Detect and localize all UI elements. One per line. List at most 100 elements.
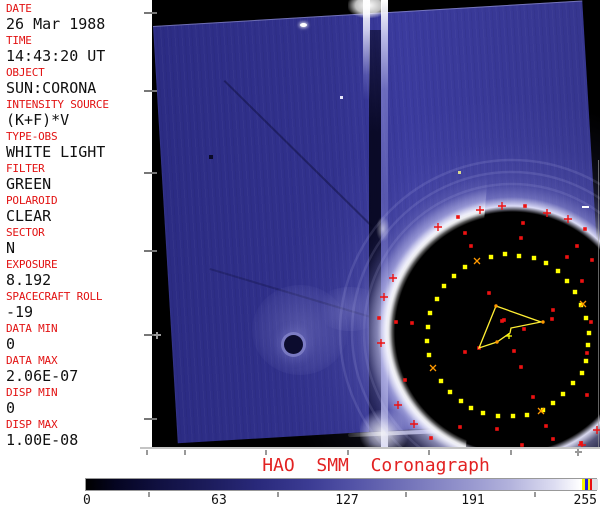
colorbar-mid-tick	[148, 492, 150, 497]
ring-marker-yellow	[458, 398, 464, 404]
ring-marker-yellow	[447, 389, 453, 395]
field-value: 2.06E-07	[6, 367, 79, 385]
bottom-axis-tick	[347, 450, 349, 455]
bottom-axis-tick	[510, 450, 512, 455]
star-marker-red	[394, 320, 398, 324]
field-value: 8.192	[6, 271, 52, 289]
star-marker-red	[580, 279, 584, 283]
image-title: HAO SMM Coronagraph	[262, 455, 490, 476]
metadata-panel: DATE 26 Mar 1988 TIME 14:43:20 UT OBJECT SUN:…	[6, 2, 152, 449]
star-marker-red	[377, 316, 381, 320]
star-marker-red	[502, 318, 506, 322]
metadata-field: INTENSITY SOURCE (K+F)*V	[6, 98, 152, 130]
star-marker-red	[429, 436, 433, 440]
colorbar-end-cap	[592, 479, 598, 490]
ring-marker-yellow	[510, 413, 516, 419]
metadata-field: TIME 14:43:20 UT	[6, 34, 152, 66]
field-value: 26 Mar 1988	[6, 15, 106, 33]
colorbar-tick-label: 0	[83, 493, 91, 508]
polygon-vertex-dot	[494, 304, 498, 308]
field-value: (K+F)*V	[6, 111, 70, 129]
ring-marker-yellow	[585, 342, 591, 348]
star-marker-red	[512, 349, 516, 353]
field-label: POLAROID	[6, 194, 58, 207]
axis-plus-mark	[577, 449, 579, 456]
ring-marker-yellow	[462, 264, 468, 270]
fiducial-plus-red	[476, 206, 484, 214]
metadata-field: DISP MIN 0	[6, 386, 152, 418]
star-marker-red	[523, 204, 527, 208]
colorbar-mid-tick	[277, 492, 279, 497]
star-marker-red	[590, 258, 594, 262]
annotation-overlay	[338, 158, 600, 447]
polygon-vertex-dot	[541, 320, 545, 324]
star-marker-red	[463, 350, 467, 354]
metadata-field: DATA MIN 0	[6, 322, 152, 354]
star-marker-red	[565, 255, 569, 259]
left-axis-tick	[144, 90, 157, 92]
metadata-field: FILTER GREEN	[6, 162, 152, 194]
field-label: DISP MAX	[6, 418, 58, 431]
colorbar-tick-label: 191	[461, 493, 485, 508]
colorbar-mid-tick	[534, 492, 536, 497]
metadata-field: DISP MAX 1.00E-08	[6, 418, 152, 450]
ring-marker-yellow	[579, 370, 585, 376]
ring-marker-yellow	[425, 324, 431, 330]
field-value: GREEN	[6, 175, 52, 193]
star-marker-red	[463, 231, 467, 235]
star-marker-red	[403, 378, 407, 382]
star-marker-red	[519, 236, 523, 240]
star-marker-red	[469, 244, 473, 248]
fiducial-plus-red	[593, 426, 600, 434]
bottom-axis-line	[140, 447, 600, 449]
field-label: FILTER	[6, 162, 45, 175]
ring-marker-yellow	[564, 278, 570, 284]
ring-marker-yellow	[424, 338, 430, 344]
fiducial-plus-red	[434, 223, 442, 231]
ring-marker-yellow	[570, 380, 576, 386]
axis-plus-mark	[156, 332, 158, 339]
coronagraph-image	[152, 0, 600, 447]
field-label: SECTOR	[6, 226, 45, 239]
field-label: DISP MIN	[6, 386, 58, 399]
diffraction-ring	[338, 158, 600, 447]
ring-marker-yellow	[427, 310, 433, 316]
metadata-field: OBJECT SUN:CORONA	[6, 66, 152, 98]
field-value: 0	[6, 399, 16, 417]
ring-marker-yellow	[586, 330, 592, 336]
field-value: -19	[6, 303, 34, 321]
field-label: DATA MIN	[6, 322, 58, 335]
star-marker-red	[575, 244, 579, 248]
ring-marker-yellow	[426, 352, 432, 358]
left-axis-tick	[144, 250, 157, 252]
star-marker-red	[458, 425, 462, 429]
colorbar-mid-tick	[405, 492, 407, 497]
star-marker-red	[495, 427, 499, 431]
ring-marker-yellow	[451, 273, 457, 279]
star-marker-red	[585, 393, 589, 397]
left-axis-tick	[144, 12, 157, 14]
colorbar-tick-label: 127	[335, 493, 359, 508]
ring-marker-yellow	[531, 255, 537, 261]
ring-marker-yellow	[488, 254, 494, 260]
polygon-vertex-dot	[495, 340, 499, 344]
star-marker-red	[551, 308, 555, 312]
metadata-field: TYPE-OBS WHITE LIGHT	[6, 130, 152, 162]
star-marker-red	[521, 221, 525, 225]
fiducial-plus-red	[410, 420, 418, 428]
star-marker-red	[410, 321, 414, 325]
star-marker-red	[519, 365, 523, 369]
marker-orange-x	[429, 364, 437, 372]
ring-marker-yellow	[516, 253, 522, 259]
field-value: 1.00E-08	[6, 431, 79, 449]
star-marker-red	[531, 395, 535, 399]
fiducial-plus-red	[498, 202, 506, 210]
ring-marker-yellow	[495, 413, 501, 419]
smm-coronagraph-viewer: DATE 26 Mar 1988 TIME 14:43:20 UT OBJECT SUN:…	[0, 0, 600, 512]
fiducial-plus-red	[543, 209, 551, 217]
star-marker-red	[522, 327, 526, 331]
field-label: INTENSITY SOURCE	[6, 98, 109, 111]
metadata-field: SPACECRAFT ROLL -19	[6, 290, 152, 322]
bottom-axis-tick	[428, 450, 430, 455]
field-value: N	[6, 239, 16, 257]
